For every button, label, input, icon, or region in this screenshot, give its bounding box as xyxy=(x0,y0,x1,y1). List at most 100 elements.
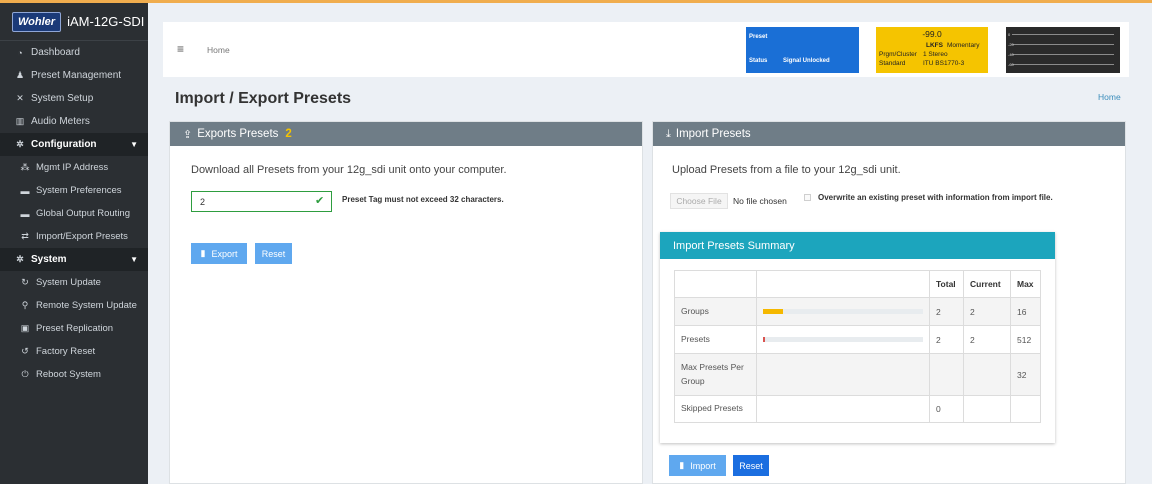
sidebar-item-system-preferences[interactable]: ▬ System Preferences xyxy=(0,179,148,202)
import-reset-button[interactable]: Reset xyxy=(733,455,769,476)
file-status: No file chosen xyxy=(733,196,787,206)
status-value: Signal Unlocked xyxy=(783,58,830,64)
sidebar-item-label: Factory Reset xyxy=(36,346,96,357)
total-cell: 2 xyxy=(929,325,964,354)
sidebar-item-mgmt-ip-address[interactable]: ⁂ Mgmt IP Address xyxy=(0,156,148,179)
sidebar-item-label: Preset Replication xyxy=(36,323,114,334)
max-cell: 512 xyxy=(1010,325,1041,354)
column-header-max: Max xyxy=(1010,270,1041,298)
column-header-total: Total xyxy=(929,270,964,298)
sidebar-item-preset-management[interactable]: ♟ Preset Management xyxy=(0,64,148,87)
menu-toggle-icon[interactable]: ≡ xyxy=(177,42,184,56)
summary-table: Total Current Max Groups 2 2 16 Presets 2 2 512… xyxy=(674,270,1041,423)
meter-line xyxy=(1012,44,1114,45)
standard-label: Standard xyxy=(879,60,906,67)
wohler-logo: Wohler xyxy=(12,11,62,32)
sidebar-item-reboot-system[interactable]: ⏻ Reboot System xyxy=(0,363,148,386)
sidebar-item-label: Remote System Update xyxy=(36,300,137,311)
sidebar-item-preset-replication[interactable]: ▣ Preset Replication xyxy=(0,317,148,340)
import-summary-card: Import Presets Summary Total Current Max… xyxy=(660,232,1055,443)
overwrite-checkbox[interactable] xyxy=(804,194,811,201)
download-icon: ⤓ xyxy=(666,127,671,140)
status-label: Status xyxy=(749,58,768,64)
meter-label: -40 xyxy=(1008,52,1014,57)
summary-row: Skipped Presets 0 xyxy=(674,395,1041,423)
sidebar-item-system-setup[interactable]: ✕ System Setup xyxy=(0,87,148,110)
sidebar-item-label: Audio Meters xyxy=(31,116,90,127)
row-label: Groups xyxy=(674,297,757,326)
file-icon: ▮ xyxy=(679,460,685,470)
sidebar-item-label: Global Output Routing xyxy=(36,208,131,219)
sidebar-item-global-output-routing[interactable]: ▬ Global Output Routing xyxy=(0,202,148,225)
header-breadcrumb[interactable]: Home xyxy=(207,45,230,55)
preset-tag-input[interactable]: 2 xyxy=(191,191,332,212)
top-header: ≡ Home Preset Status Signal Unlocked -99… xyxy=(163,22,1129,77)
cluster-value: 1 Stereo xyxy=(923,51,948,58)
sidebar-section-configuration[interactable]: ✲ Configuration ▼ xyxy=(0,133,148,156)
summary-row: Presets 2 2 512 xyxy=(674,325,1041,354)
file-icon: ▮ xyxy=(200,248,206,258)
import-button[interactable]: ▮ Import xyxy=(669,455,726,476)
sidebar-item-audio-meters[interactable]: ▥ Audio Meters xyxy=(0,110,148,133)
gear-icon: ✲ xyxy=(16,139,24,149)
overwrite-label: Overwrite an existing preset with inform… xyxy=(818,193,1053,202)
export-panel-header: ⇪ Exports Presets 2 xyxy=(170,122,642,146)
row-label: Skipped Presets xyxy=(674,395,757,423)
app-title: iAM-12G-SDI xyxy=(67,14,145,29)
sidebar-item-dashboard[interactable]: ◔ Dashboard xyxy=(0,41,148,64)
current-cell: 2 xyxy=(963,297,1011,326)
summary-title: Import Presets Summary xyxy=(660,232,1055,259)
breadcrumb-home-link[interactable]: Home xyxy=(1098,92,1121,102)
undo-icon: ↺ xyxy=(21,346,29,356)
network-icon: ⁂ xyxy=(20,162,30,172)
sidebar-item-factory-reset[interactable]: ↺ Factory Reset xyxy=(0,340,148,363)
import-panel-header: ⤓ Import Presets xyxy=(653,122,1125,146)
export-button[interactable]: ▮ Export xyxy=(191,243,247,264)
lkfs-panel: -99.0 LKFS Momentary Prgm/Cluster 1 Ster… xyxy=(876,27,988,73)
sidebar-item-remote-system-update[interactable]: ⚲ Remote System Update xyxy=(0,294,148,317)
choose-file-button[interactable]: Choose File xyxy=(670,193,728,209)
sidebar-item-system-update[interactable]: ↻ System Update xyxy=(0,271,148,294)
section-label: Configuration xyxy=(31,139,97,150)
import-presets-panel: ⤓ Import Presets Upload Presets from a f… xyxy=(652,121,1126,484)
bar-chart-icon: ▥ xyxy=(15,116,25,126)
upload-icon: ⇪ xyxy=(183,128,193,141)
brand[interactable]: Wohler iAM-12G-SDI xyxy=(0,3,148,41)
sidebar-item-label: Mgmt IP Address xyxy=(36,162,109,173)
dashboard-icon: ◔ xyxy=(17,47,23,58)
sidebar-item-label: Preset Management xyxy=(31,70,122,81)
summary-row: Max Presets Per Group 32 xyxy=(674,353,1041,396)
progress-bar xyxy=(763,309,923,314)
export-presets-panel: ⇪ Exports Presets 2 Download all Presets… xyxy=(169,121,643,484)
preset-tag-hint: Preset Tag must not exceed 32 characters… xyxy=(342,195,504,204)
current-cell: 2 xyxy=(963,325,1011,354)
exchange-icon: ⇄ xyxy=(21,231,29,241)
audio-meter-mini[interactable]: 0 -20 -40 -60 xyxy=(1006,27,1120,73)
lkfs-label: LKFS xyxy=(926,42,943,49)
sidebar-section-system[interactable]: ✲ System ▼ xyxy=(0,248,148,271)
import-description: Upload Presets from a file to your 12g_s… xyxy=(672,164,901,176)
sidebar-item-import-export-presets[interactable]: ⇄ Import/Export Presets xyxy=(0,225,148,248)
export-reset-button[interactable]: Reset xyxy=(255,243,292,264)
page-title: Import / Export Presets xyxy=(175,90,352,107)
gears-icon: ✲ xyxy=(16,254,24,264)
sidebar-item-label: Dashboard xyxy=(31,47,80,58)
progress-bar-fill xyxy=(763,337,765,342)
export-description: Download all Presets from your 12g_sdi u… xyxy=(191,164,507,176)
cluster-label: Prgm/Cluster xyxy=(879,51,917,58)
preset-status-panel: Preset Status Signal Unlocked xyxy=(746,27,859,73)
export-button-label: Export xyxy=(211,248,238,259)
lkfs-mode: Momentary xyxy=(946,42,980,49)
standard-value: ITU BS1770-3 xyxy=(923,60,965,67)
import-button-label: Import xyxy=(690,460,716,471)
column-header xyxy=(756,270,930,298)
row-label: Presets xyxy=(674,325,757,354)
sidebar-item-label: Import/Export Presets xyxy=(36,231,128,242)
sidebar-item-label: System Setup xyxy=(31,93,94,104)
satellite-icon: ⚲ xyxy=(21,300,29,310)
users-icon: ♟ xyxy=(15,70,25,80)
progress-cell xyxy=(756,353,930,396)
total-cell xyxy=(929,353,964,396)
power-icon: ⏻ xyxy=(21,369,29,379)
meter-label: -60 xyxy=(1008,62,1014,67)
